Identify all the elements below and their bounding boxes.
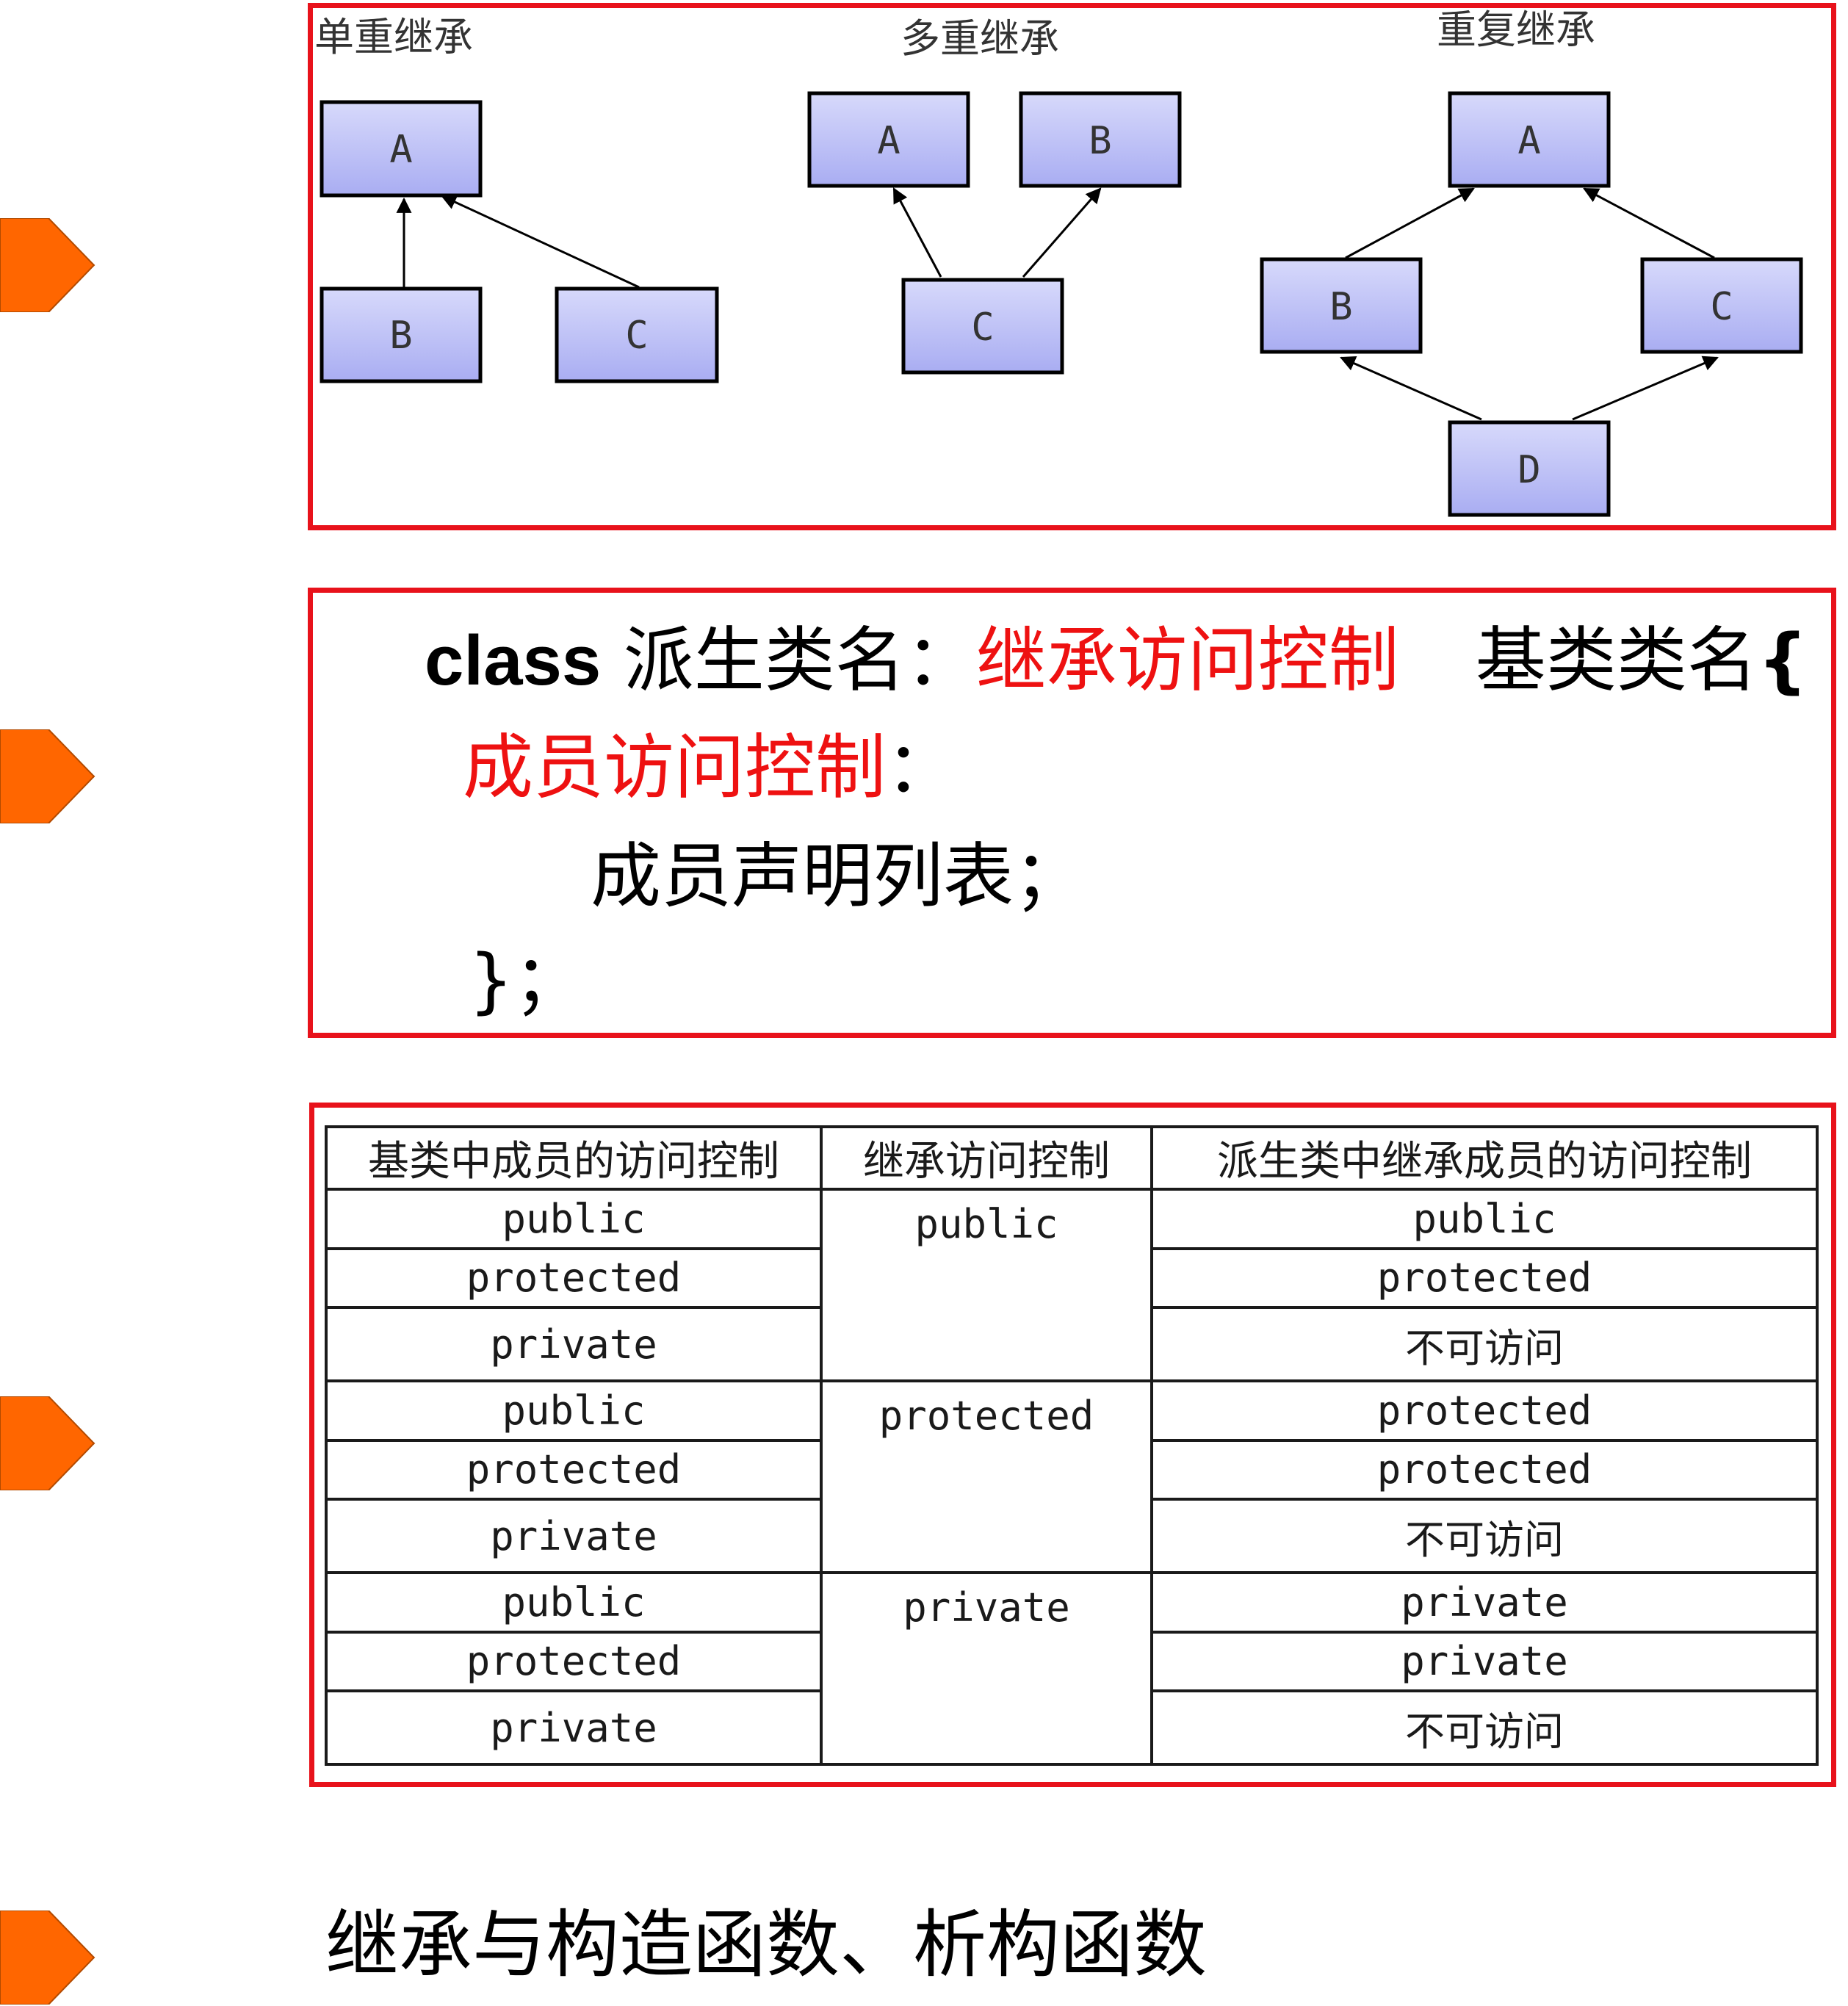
- base-access-cell: protected: [325, 1246, 823, 1310]
- base-access-cell: protected: [325, 1438, 823, 1501]
- inheritance-access-cell: public: [820, 1188, 1153, 1382]
- multiple-node-b: B: [1019, 91, 1182, 188]
- base-access-cell: public: [325, 1379, 823, 1442]
- class-syntax-box: class 派生类名：继承访问控制 基类类名{ 成员访问控制： 成员声明列表； }…: [308, 588, 1836, 1038]
- access-control-table-box: 基类中成员的访问控制 继承访问控制 派生类中继承成员的访问控制 public p…: [309, 1103, 1836, 1787]
- syntax-line-1: class 派生类名：继承访问控制 基类类名{: [425, 625, 1808, 696]
- svg-text:B: B: [389, 314, 412, 358]
- table-row: public public public: [325, 1188, 1819, 1382]
- svg-text:B: B: [1329, 285, 1352, 329]
- derived-access-cell: private: [1150, 1570, 1819, 1634]
- svg-text:C: C: [971, 306, 994, 350]
- inheritance-diagram-box: 单重继承 多重继承 重复继承 A B C A B C A B C D: [308, 3, 1836, 530]
- base-access-cell: protected: [325, 1630, 823, 1693]
- colon: ：: [886, 726, 956, 809]
- edge-c-to-a: [441, 195, 640, 289]
- syntax-line-2: 成员访问控制：: [463, 732, 956, 803]
- bullet-arrow-icon: [0, 1911, 95, 2005]
- header-derived-access: 派生类中继承成员的访问控制: [1150, 1125, 1819, 1191]
- single-node-c: C: [555, 286, 719, 383]
- single-inheritance-title: 单重继承: [314, 14, 473, 60]
- inheritance-diagram: 单重继承 多重继承 重复继承 A B C A B C A B C D: [314, 8, 1803, 517]
- inheritance-access-cell: protected: [820, 1379, 1153, 1574]
- multiple-node-c: C: [901, 278, 1064, 375]
- single-node-b: B: [320, 286, 483, 383]
- syntax-line-4: }；: [469, 939, 585, 1022]
- derived-class-name: 派生类名：: [601, 619, 976, 701]
- multiple-node-a: A: [807, 91, 970, 188]
- edge-c-to-a: [1583, 187, 1715, 259]
- table-header-row: 基类中成员的访问控制 继承访问控制 派生类中继承成员的访问控制: [325, 1125, 1819, 1191]
- access-control-table: 基类中成员的访问控制 继承访问控制 派生类中继承成员的访问控制 public p…: [325, 1125, 1819, 1767]
- table-row: public protected protected: [325, 1379, 1819, 1574]
- header-base-access: 基类中成员的访问控制: [325, 1125, 823, 1191]
- edge-b-to-a: [1345, 187, 1475, 259]
- derived-access-cell: 不可访问: [1150, 1498, 1819, 1574]
- edge-d-to-b: [1340, 356, 1482, 421]
- derived-access-cell: protected: [1150, 1379, 1819, 1442]
- derived-access-cell: 不可访问: [1150, 1306, 1819, 1382]
- svg-text:A: A: [877, 119, 900, 163]
- repeated-node-b: B: [1260, 257, 1423, 354]
- table-row: public private private: [325, 1570, 1819, 1767]
- bullet-arrow-icon: [0, 729, 95, 823]
- inheritance-access-control: 继承访问控制: [975, 619, 1399, 701]
- multiple-inheritance-title: 多重继承: [900, 15, 1059, 62]
- edge-c-to-a: [892, 187, 942, 278]
- base-access-cell: private: [325, 1498, 823, 1574]
- derived-access-cell: protected: [1150, 1246, 1819, 1310]
- repeated-node-c: C: [1640, 257, 1803, 354]
- bullet-arrow-icon: [0, 218, 95, 312]
- constructor-destructor-heading: 继承与构造函数、析构函数: [325, 1902, 1207, 1988]
- base-class-name: 基类类名: [1475, 619, 1758, 701]
- edge-c-to-b: [1022, 187, 1102, 278]
- class-keyword: class: [425, 621, 602, 700]
- base-access-cell: public: [325, 1188, 823, 1250]
- derived-access-cell: public: [1150, 1188, 1819, 1250]
- repeated-node-a: A: [1448, 91, 1611, 188]
- base-access-cell: public: [325, 1570, 823, 1634]
- svg-text:D: D: [1517, 448, 1540, 492]
- member-access-control: 成员访问控制: [463, 726, 886, 809]
- repeated-node-d: D: [1448, 420, 1611, 517]
- svg-text:A: A: [389, 128, 412, 172]
- base-access-cell: private: [325, 1689, 823, 1766]
- repeated-inheritance-title: 重复继承: [1437, 8, 1595, 53]
- svg-text:B: B: [1089, 119, 1111, 163]
- header-inheritance-access: 继承访问控制: [820, 1125, 1153, 1191]
- edge-d-to-c: [1572, 356, 1719, 421]
- svg-text:C: C: [1710, 285, 1733, 329]
- derived-access-cell: 不可访问: [1150, 1689, 1819, 1766]
- bullet-arrow-icon: [0, 1396, 95, 1490]
- single-node-a: A: [320, 100, 483, 198]
- derived-access-cell: protected: [1150, 1438, 1819, 1501]
- inheritance-access-cell: private: [820, 1570, 1153, 1767]
- svg-text:A: A: [1517, 119, 1540, 163]
- base-access-cell: private: [325, 1306, 823, 1382]
- open-brace: {: [1757, 619, 1808, 701]
- syntax-line-3: 成员声明列表；: [591, 835, 1084, 917]
- svg-text:C: C: [625, 314, 648, 358]
- derived-access-cell: private: [1150, 1630, 1819, 1693]
